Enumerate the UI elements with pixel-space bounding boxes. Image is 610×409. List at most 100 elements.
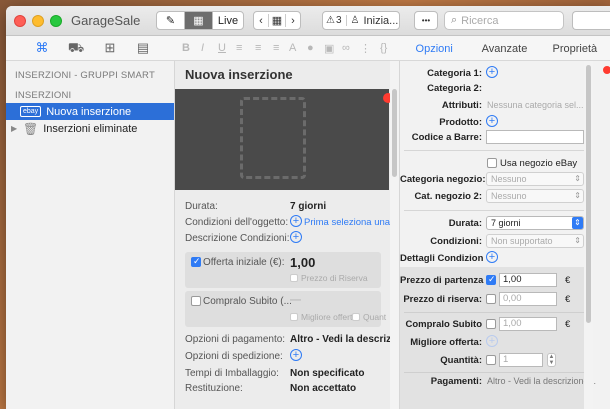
add-product-icon[interactable]: + bbox=[486, 115, 498, 127]
divider bbox=[404, 312, 584, 313]
chevron-right-icon[interactable]: › bbox=[286, 15, 300, 27]
duration-value: 7 giorni bbox=[491, 218, 521, 228]
scroll-thumb[interactable] bbox=[392, 89, 397, 177]
add-best-offer-icon[interactable]: + bbox=[486, 335, 498, 347]
more-button[interactable]: ••• bbox=[414, 11, 438, 30]
disclosure-triangle-icon[interactable]: ▶ bbox=[11, 124, 21, 133]
zoom-window-button[interactable] bbox=[50, 15, 62, 27]
sidebar-item-inserzioni-eliminate[interactable]: ▶ 🗑 Inserzioni eliminate bbox=[6, 120, 174, 137]
currency-label: € bbox=[565, 319, 571, 330]
add-condition-details-icon[interactable]: + bbox=[486, 251, 498, 263]
sidebar: INSERZIONI - GRUPPI SMART INSERZIONI eba… bbox=[6, 61, 175, 409]
buy-now-checkbox[interactable] bbox=[191, 296, 201, 306]
tab-opzioni[interactable]: Opzioni bbox=[399, 43, 469, 55]
photo-dropzone[interactable] bbox=[175, 89, 393, 190]
quantity-label: Quantità: bbox=[440, 355, 482, 366]
durata-label: Durata: bbox=[185, 201, 218, 212]
buy-now-input[interactable]: 1,00 bbox=[499, 317, 557, 331]
restituzione-value: Non accettato bbox=[290, 383, 357, 394]
store-category2-label: Cat. negozio 2: bbox=[414, 191, 482, 202]
align-left-icon[interactable]: ≡ bbox=[236, 42, 242, 54]
best-offer-checkbox[interactable] bbox=[290, 313, 298, 321]
chart-icon[interactable]: ▤ bbox=[134, 40, 152, 56]
app-title: GarageSale bbox=[71, 13, 141, 28]
durata-value: 7 giorni bbox=[290, 201, 327, 212]
tag-icon[interactable]: ⌘ bbox=[33, 40, 51, 56]
use-ebay-store-checkbox[interactable] bbox=[487, 158, 497, 168]
reserve-price-checkbox[interactable] bbox=[486, 294, 496, 304]
tab-proprieta[interactable]: Proprietà bbox=[540, 43, 610, 55]
quantity-stepper[interactable]: ▲ ▼ bbox=[547, 353, 556, 367]
status-group[interactable]: ⚠ 3 ♙ Inizia... bbox=[322, 11, 400, 30]
updown-icon: ⇕ bbox=[572, 217, 583, 229]
quantity-checkbox[interactable] bbox=[352, 313, 360, 321]
scroll-thumb[interactable] bbox=[586, 65, 591, 323]
store-category2-select[interactable]: Nessuno ⇕ bbox=[486, 189, 584, 203]
bold-icon[interactable]: B bbox=[182, 42, 190, 54]
reserve-price-checkbox[interactable] bbox=[290, 274, 298, 282]
offerta-label: Offerta iniziale (€): bbox=[203, 257, 285, 268]
italic-icon[interactable]: I bbox=[201, 42, 204, 54]
descr-label: Descrizione Condizioni: bbox=[185, 233, 290, 244]
compralo-label: Compralo Subito (... bbox=[203, 296, 292, 307]
tab-avanzate[interactable]: Avanzate bbox=[469, 43, 539, 55]
store-category-label: Categoria negozio: bbox=[400, 174, 486, 185]
condizioni-label: Condizioni dell'oggetto: bbox=[185, 217, 289, 228]
updown-icon: ⇕ bbox=[574, 236, 581, 245]
editor-scrollbar[interactable] bbox=[390, 61, 399, 409]
shipping-icon[interactable]: ⛟ bbox=[67, 40, 85, 56]
add-category1-icon[interactable]: + bbox=[486, 66, 498, 78]
toolbar-extra-button[interactable] bbox=[572, 11, 610, 30]
align-right-icon[interactable]: ≡ bbox=[273, 42, 279, 54]
color-drop-icon[interactable]: ● bbox=[307, 42, 314, 54]
compralo-value: — bbox=[290, 294, 301, 306]
quantity-checkbox[interactable] bbox=[486, 355, 496, 365]
payments-label: Pagamenti: bbox=[430, 376, 482, 387]
close-window-button[interactable] bbox=[14, 15, 26, 27]
reserve-price-label: Prezzo di riserva: bbox=[403, 294, 482, 305]
code-icon[interactable]: ⋮ bbox=[360, 42, 371, 55]
duration-select[interactable]: 7 giorni ⇕ bbox=[486, 216, 584, 230]
search-field[interactable]: ⌕ Ricerca bbox=[444, 11, 564, 30]
spedizione-label: Opzioni di spedizione: bbox=[185, 351, 283, 362]
reserve-price-input[interactable]: 0,00 bbox=[499, 292, 557, 306]
currency-label: € bbox=[565, 294, 571, 305]
attributi-label: Attributi: bbox=[441, 100, 482, 111]
link-icon[interactable]: ∞ bbox=[342, 42, 350, 54]
buy-now-checkbox[interactable] bbox=[486, 319, 496, 329]
live-button[interactable]: Live bbox=[213, 12, 243, 29]
cart-icon[interactable]: ⊞ bbox=[101, 40, 119, 56]
toolbar: GarageSale ✎ ▦ Live ‹ ▦ › ⚠ 3 ♙ Inizia..… bbox=[6, 6, 610, 36]
source-icon[interactable]: {} bbox=[380, 42, 387, 54]
options-scrollbar[interactable] bbox=[584, 61, 593, 409]
navigation-group: ‹ ▦ › bbox=[253, 11, 301, 30]
minimize-window-button[interactable] bbox=[32, 15, 44, 27]
image-icon[interactable]: ▣ bbox=[324, 42, 334, 55]
store-category-select[interactable]: Nessuno ⇕ bbox=[486, 172, 584, 186]
underline-icon[interactable]: U bbox=[218, 42, 226, 54]
quantity-input[interactable]: 1 bbox=[499, 353, 543, 367]
start-price-checkbox[interactable] bbox=[486, 274, 496, 285]
grid-icon[interactable]: ▦ bbox=[268, 14, 286, 27]
barcode-input[interactable] bbox=[486, 130, 584, 144]
add-description-icon[interactable]: + bbox=[290, 231, 302, 243]
trash-icon: 🗑 bbox=[23, 121, 39, 136]
sidebar-item-nuova-inserzione[interactable]: ebay Nuova inserzione bbox=[6, 103, 174, 120]
starting-bid-checkbox[interactable] bbox=[191, 256, 201, 267]
sidebar-header-smart: INSERZIONI - GRUPPI SMART bbox=[15, 70, 155, 81]
categoria2-label: Categoria 2: bbox=[427, 83, 482, 94]
store-category2-value: Nessuno bbox=[491, 191, 527, 201]
attributi-value: Nessuna categoria sel... bbox=[487, 100, 584, 110]
align-center-icon[interactable]: ≡ bbox=[255, 42, 261, 54]
add-condition-icon[interactable]: + bbox=[290, 215, 302, 227]
conditions-select[interactable]: Non supportato ⇕ bbox=[486, 234, 584, 248]
start-price-input[interactable]: 1,00 bbox=[499, 273, 557, 287]
buy-now-label: Compralo Subito bbox=[405, 319, 482, 330]
add-shipping-icon[interactable]: + bbox=[290, 349, 302, 361]
listing-editor: Nuova inserzione Durata: 7 giorni Condiz… bbox=[175, 61, 421, 409]
form-view-icon[interactable]: ▦ bbox=[185, 12, 213, 29]
text-size-icon[interactable]: A bbox=[289, 42, 296, 54]
chevron-left-icon[interactable]: ‹ bbox=[254, 15, 268, 27]
edit-pencil-icon[interactable]: ✎ bbox=[157, 12, 185, 29]
prodotto-label: Prodotto: bbox=[439, 117, 482, 128]
